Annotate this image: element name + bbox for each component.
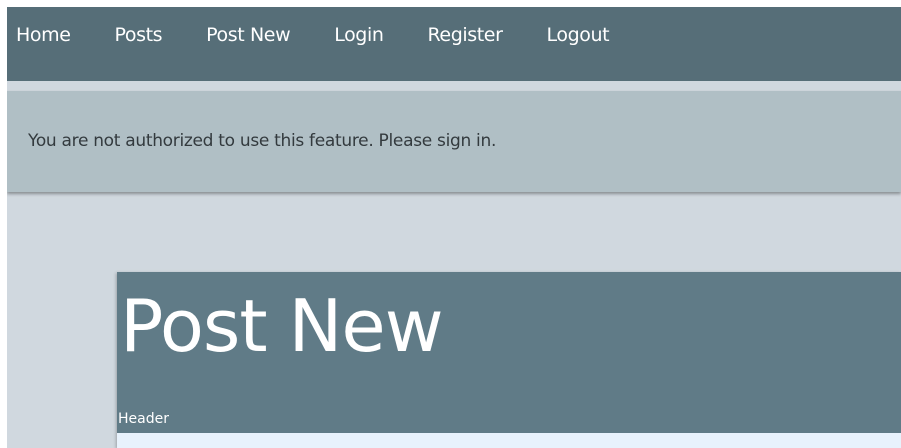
nav-link-login[interactable]: Login (334, 23, 384, 47)
authorization-alert: You are not authorized to use this featu… (7, 91, 901, 192)
browser-viewport: Home Posts Post New Login Register Logou… (0, 0, 901, 448)
nav-link-home[interactable]: Home (16, 23, 71, 47)
card-body (117, 433, 901, 448)
nav-link-register[interactable]: Register (427, 23, 502, 47)
page-title: Post New (120, 284, 444, 368)
nav-link-posts[interactable]: Posts (115, 23, 163, 47)
nav-link-logout[interactable]: Logout (547, 23, 610, 47)
nav-separator (7, 81, 901, 91)
nav-link-post-new[interactable]: Post New (206, 23, 290, 47)
app-root: Home Posts Post New Login Register Logou… (7, 7, 901, 448)
alert-message: You are not authorized to use this featu… (28, 131, 497, 151)
card-header-label: Header (118, 411, 169, 427)
post-new-card: Post New Header (117, 272, 901, 448)
top-navbar: Home Posts Post New Login Register Logou… (7, 7, 901, 81)
